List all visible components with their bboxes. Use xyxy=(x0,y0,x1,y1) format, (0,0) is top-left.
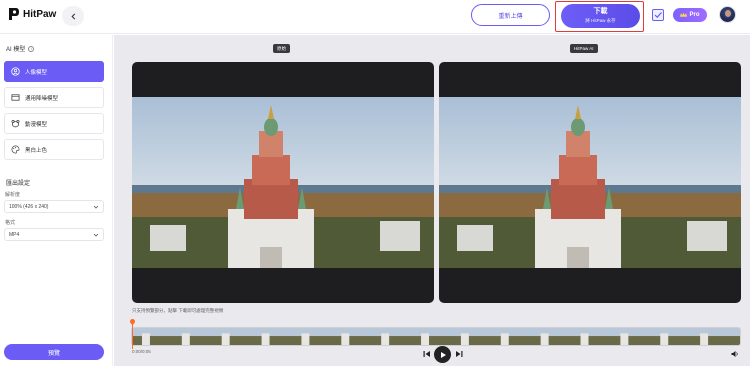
video-frame-enhanced xyxy=(439,97,741,268)
ai-model-section-title: AI 模型 i xyxy=(6,44,35,53)
hitpaw-app: HitPaw 重新上傳 下載 將 HitPaw 永存 Pro AI 模型 i 人… xyxy=(0,0,750,366)
resolution-select[interactable]: 100% (426 x 240) xyxy=(4,200,104,213)
play-button[interactable] xyxy=(434,346,451,363)
format-select[interactable]: MP4 xyxy=(4,228,104,241)
reupload-button[interactable]: 重新上傳 xyxy=(471,4,550,26)
export-settings-title: 匯出設定 xyxy=(6,181,31,187)
info-icon[interactable]: i xyxy=(28,45,35,52)
previous-frame-button[interactable] xyxy=(422,349,432,359)
skip-back-icon xyxy=(423,351,430,357)
time-display: 0:00/0:05 xyxy=(132,349,151,354)
next-frame-button[interactable] xyxy=(454,349,464,359)
chevron-down-icon xyxy=(93,233,99,237)
ai-tag: HitPaw AI xyxy=(570,44,598,53)
app-logo: HitPaw xyxy=(8,7,56,21)
app-name: HitPaw xyxy=(23,8,57,20)
crown-icon xyxy=(680,12,688,17)
ai-model-title-text: AI 模型 xyxy=(6,47,26,53)
playhead-handle[interactable] xyxy=(128,317,137,326)
main-preview-area: 原始 HitPaw AI 只支持預覽部分，點擊 下載即可處理完整視頻 0:00/… xyxy=(114,35,750,366)
ai-enhanced-video[interactable] xyxy=(439,62,741,303)
download-label: 下載 xyxy=(593,8,608,15)
volume-button[interactable] xyxy=(730,349,740,359)
play-icon xyxy=(440,351,446,358)
playhead[interactable] xyxy=(132,323,133,349)
format-value: MP4 xyxy=(9,231,20,238)
portrait-icon xyxy=(11,67,20,76)
model-label: 黑白上色 xyxy=(25,147,48,154)
volume-icon xyxy=(731,351,738,357)
video-frame-original xyxy=(132,97,434,268)
resolution-value: 100% (426 x 240) xyxy=(9,203,49,210)
format-label: 格式 xyxy=(5,220,16,226)
back-button[interactable] xyxy=(62,6,84,26)
chevron-left-icon xyxy=(70,13,75,19)
task-list-icon[interactable] xyxy=(651,8,665,22)
original-tag: 原始 xyxy=(273,44,290,53)
resolution-label: 解析度 xyxy=(5,192,21,198)
model-colorize[interactable]: 黑白上色 xyxy=(4,139,104,160)
pro-label: Pro xyxy=(689,12,700,18)
palette-icon xyxy=(11,145,20,154)
user-avatar[interactable] xyxy=(719,6,736,23)
top-bar: HitPaw 重新上傳 下載 將 HitPaw 永存 Pro xyxy=(0,0,750,34)
download-sublabel: 將 HitPaw 永存 xyxy=(585,18,616,23)
model-general-denoise[interactable]: 通用降噪模型 xyxy=(4,87,104,108)
model-label: 人像模型 xyxy=(25,69,48,76)
film-icon xyxy=(11,94,20,101)
model-portrait[interactable]: 人像模型 xyxy=(4,61,104,82)
chevron-down-icon xyxy=(93,205,99,209)
pro-badge[interactable]: Pro xyxy=(673,8,707,22)
sidebar: AI 模型 i 人像模型 通用降噪模型 動漫模型 黑白上色 匯出設定 解析度 1… xyxy=(0,35,113,366)
original-video[interactable] xyxy=(132,62,434,303)
video-timeline[interactable] xyxy=(131,327,741,346)
model-anime[interactable]: 動漫模型 xyxy=(4,113,104,134)
model-label: 動漫模型 xyxy=(25,121,48,128)
preview-hint-text: 只支持預覽部分，點擊 下載即可處理完整視頻 xyxy=(132,308,224,313)
bear-face-icon xyxy=(11,119,20,128)
hitpaw-logo-icon xyxy=(9,8,19,20)
timeline-thumbnails xyxy=(132,328,740,345)
download-button[interactable]: 下載 將 HitPaw 永存 xyxy=(561,4,640,28)
skip-forward-icon xyxy=(456,351,463,357)
preview-button[interactable]: 預覽 xyxy=(4,344,104,360)
model-label: 通用降噪模型 xyxy=(25,95,59,102)
